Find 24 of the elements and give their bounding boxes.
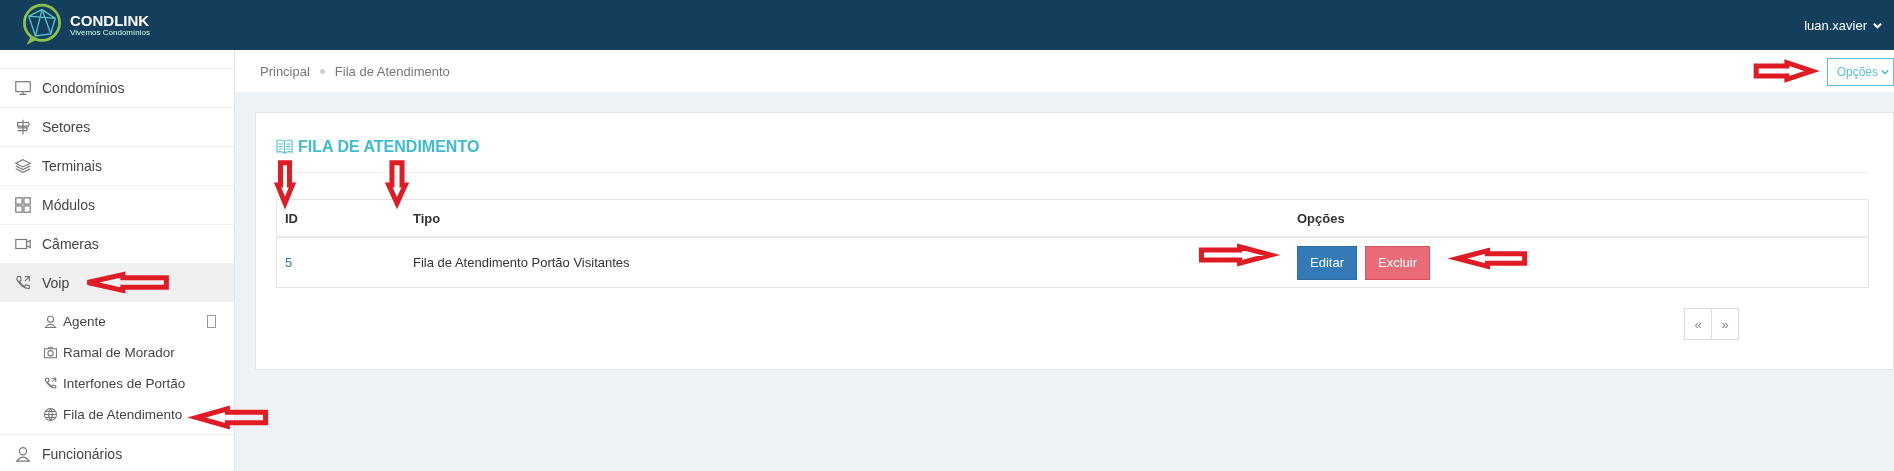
breadcrumb-link[interactable]: Fila de Atendimento — [334, 63, 450, 79]
sidebar-item[interactable]: Módulos — [0, 185, 234, 224]
next-page-button[interactable]: » — [1711, 308, 1739, 340]
breadcrumb-link[interactable]: Principal — [260, 63, 310, 79]
tagline: Vivemos Condomínios — [70, 29, 150, 37]
submenu-item[interactable]: Interfones de Portão — [43, 368, 234, 399]
submenu-item[interactable]: Ramal de Morador — [43, 337, 234, 368]
column-header: ID — [276, 199, 405, 237]
edit-button[interactable]: Editar — [1297, 245, 1357, 280]
user-menu[interactable]: luan.xavier — [1804, 17, 1882, 33]
panel-title: FILA DE ATENDIMENTO — [298, 137, 480, 156]
submenu-item[interactable]: Fila de Atendimento — [43, 399, 234, 430]
column-header: Tipo — [405, 199, 1289, 237]
table-cell: Fila de Atendimento Portão Visitantes — [413, 255, 630, 270]
sidebar-item[interactable]: Terminais — [0, 146, 234, 185]
column-header: Opções — [1289, 199, 1869, 237]
sidebar-item[interactable]: Condomínios — [0, 68, 234, 107]
submenu-item[interactable]: Agente — [43, 306, 234, 337]
id-link[interactable]: 5 — [285, 255, 293, 270]
previous-page-button[interactable]: « — [1684, 308, 1712, 340]
sidebar-item[interactable]: Voip — [0, 263, 234, 302]
sidebar-item[interactable]: Setores — [0, 107, 234, 146]
brand-name: CONDLINK — [70, 13, 150, 28]
sidebar-item[interactable]: Funcionários — [0, 434, 234, 471]
